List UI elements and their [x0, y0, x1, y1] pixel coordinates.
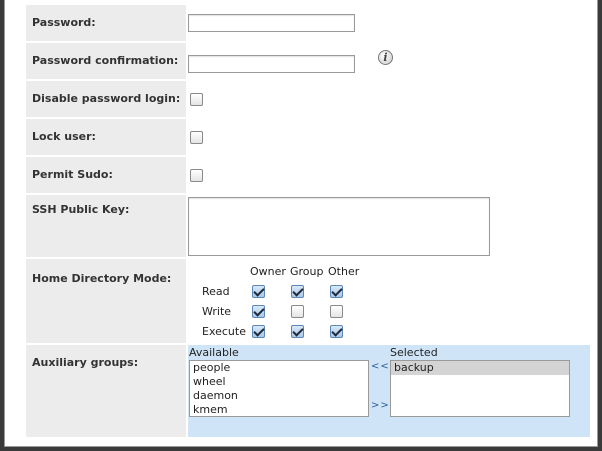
- selected-list-label: Selected: [390, 346, 438, 359]
- selected-groups-list[interactable]: backup: [390, 360, 570, 417]
- group-write-checkbox[interactable]: [291, 305, 304, 318]
- list-item[interactable]: people: [190, 361, 368, 375]
- read-row-label: Read: [202, 285, 230, 298]
- other-write-checkbox[interactable]: [330, 305, 343, 318]
- password-confirmation-label: Password confirmation:: [26, 43, 186, 79]
- owner-column-header: Owner: [250, 265, 286, 278]
- available-groups-list[interactable]: people wheel daemon kmem: [189, 360, 369, 417]
- owner-write-checkbox[interactable]: [252, 305, 265, 318]
- permit-sudo-label: Permit Sudo:: [26, 157, 186, 193]
- group-execute-checkbox[interactable]: [291, 325, 304, 338]
- password-confirmation-field[interactable]: [188, 55, 355, 73]
- other-execute-checkbox[interactable]: [330, 325, 343, 338]
- execute-row-label: Execute: [202, 325, 246, 338]
- password-field[interactable]: [188, 14, 355, 32]
- available-list-label: Available: [189, 346, 239, 359]
- ssh-public-key-textarea[interactable]: [188, 197, 490, 256]
- auxiliary-groups-label: Auxiliary groups:: [26, 345, 186, 437]
- permit-sudo-checkbox[interactable]: [190, 169, 203, 182]
- list-item[interactable]: wheel: [190, 375, 368, 389]
- add-group-button[interactable]: >>: [371, 400, 390, 411]
- disable-password-login-label: Disable password login:: [26, 81, 186, 117]
- ssh-public-key-label: SSH Public Key:: [26, 195, 186, 257]
- owner-execute-checkbox[interactable]: [252, 325, 265, 338]
- auxiliary-groups-panel: Available people wheel daemon kmem << >>…: [188, 345, 590, 437]
- info-icon[interactable]: i: [378, 50, 393, 65]
- home-directory-mode-label: Home Directory Mode:: [26, 259, 186, 343]
- list-item[interactable]: backup: [391, 361, 569, 375]
- group-column-header: Group: [290, 265, 324, 278]
- disable-password-login-checkbox[interactable]: [190, 93, 203, 106]
- lock-user-checkbox[interactable]: [190, 131, 203, 144]
- user-edit-dialog: Password: Password confirmation: i Disab…: [4, 0, 598, 447]
- lock-user-label: Lock user:: [26, 119, 186, 155]
- remove-group-button[interactable]: <<: [371, 361, 390, 372]
- write-row-label: Write: [202, 305, 232, 318]
- owner-read-checkbox[interactable]: [252, 285, 265, 298]
- group-read-checkbox[interactable]: [291, 285, 304, 298]
- password-label: Password:: [26, 5, 186, 41]
- list-item[interactable]: kmem: [190, 403, 368, 416]
- other-column-header: Other: [328, 265, 360, 278]
- other-read-checkbox[interactable]: [330, 285, 343, 298]
- list-item[interactable]: daemon: [190, 389, 368, 403]
